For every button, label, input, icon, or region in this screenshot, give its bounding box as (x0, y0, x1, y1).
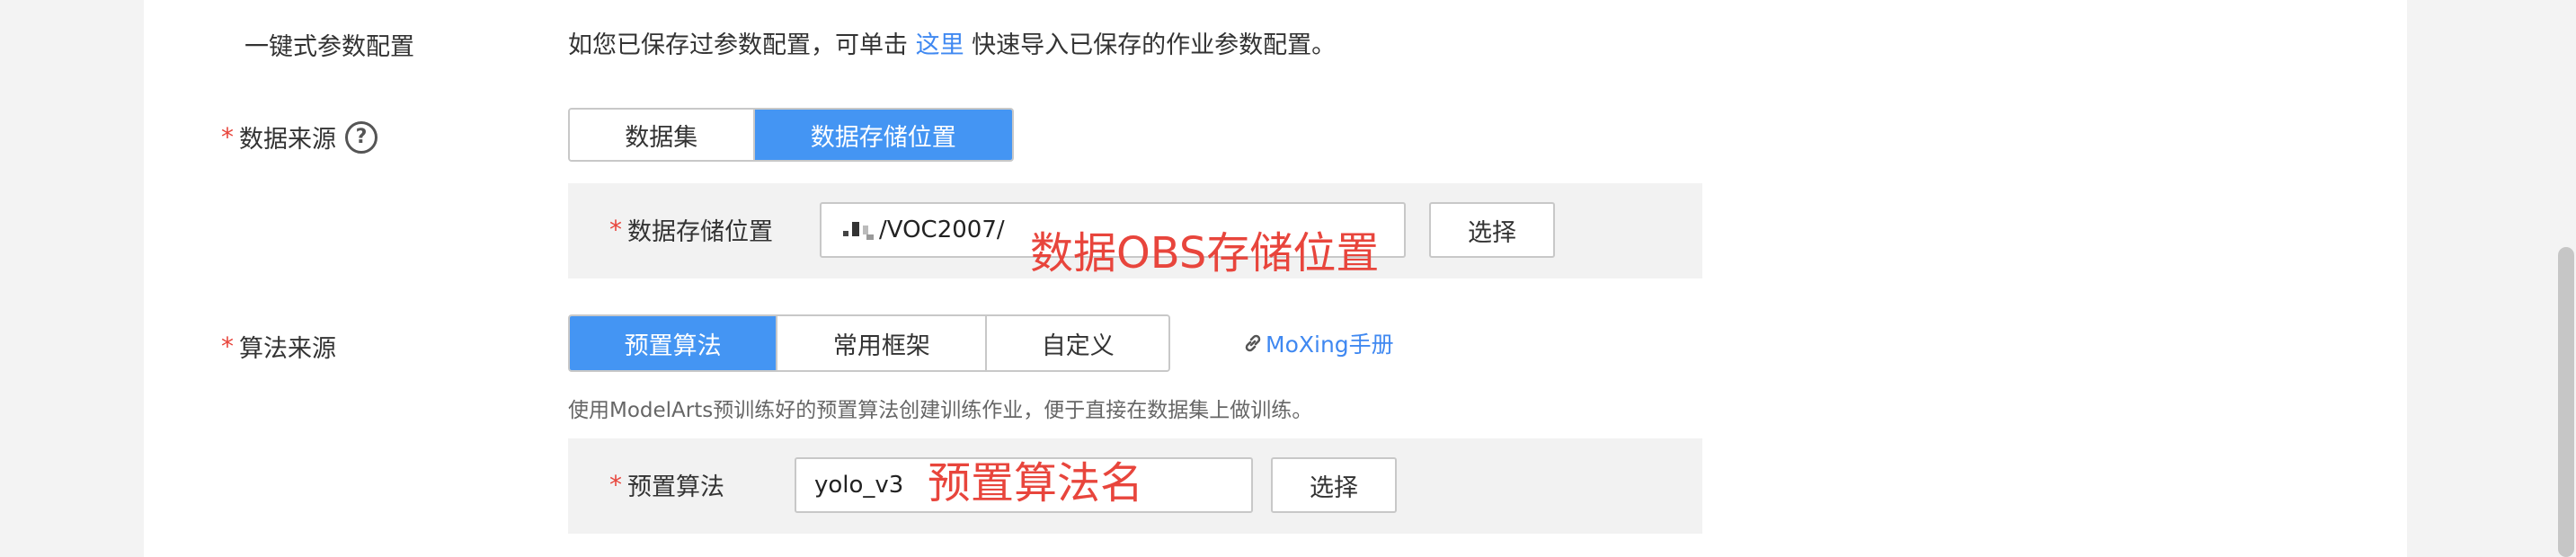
preset-label-group: * 预置算法 (609, 467, 724, 502)
one-click-desc-after: 快速导入已保存的作业参数配置。 (964, 31, 1337, 59)
algorithm-source-label: 算法来源 (239, 335, 336, 363)
preset-algorithm-value: yolo_v3 (814, 472, 904, 499)
required-mark: * (221, 122, 234, 152)
data-source-label-group: * 数据来源 ? (221, 119, 378, 155)
data-source-option-storage[interactable]: 数据存储位置 (754, 110, 1012, 160)
moxing-manual-text: MoXing手册 (1266, 332, 1394, 358)
preset-algorithm-box: * 预置算法 yolo_v3 选择 预置算法名 (568, 438, 1702, 534)
import-config-link[interactable]: 这里 (916, 31, 964, 59)
required-mark: * (609, 215, 622, 244)
required-mark: * (221, 332, 234, 361)
algorithm-hint: 使用ModelArts预训练好的预置算法创建训练作业，便于直接在数据集上做训练。 (568, 399, 1313, 422)
form-panel: 一键式参数配置 如您已保存过参数配置，可单击 这里 快速导入已保存的作业参数配置… (144, 0, 2407, 557)
moxing-manual-link[interactable]: MoXing手册 (1242, 327, 1394, 359)
storage-label-group: * 数据存储位置 (609, 212, 773, 247)
required-mark: * (609, 470, 622, 500)
storage-location-value: /VOC2007/ (879, 217, 1005, 243)
algorithm-source-label-group: * 算法来源 (221, 329, 336, 364)
algorithm-option-custom[interactable]: 自定义 (987, 316, 1168, 370)
data-source-option-dataset[interactable]: 数据集 (570, 110, 755, 160)
storage-location-box: * 数据存储位置 /VOC2007/ 选择 数据OBS存储位置 (568, 183, 1702, 278)
scrollbar-track[interactable] (2556, 0, 2576, 557)
algorithm-option-preset[interactable]: 预置算法 (570, 316, 778, 370)
storage-select-button[interactable]: 选择 (1429, 202, 1555, 258)
link-icon (1245, 334, 1261, 352)
scrollbar-thumb[interactable] (2558, 247, 2574, 557)
one-click-desc-before: 如您已保存过参数配置，可单击 (568, 31, 916, 59)
storage-annotation: 数据OBS存储位置 (1030, 228, 1380, 278)
data-source-label: 数据来源 (239, 126, 336, 154)
preset-algorithm-label: 预置算法 (627, 473, 724, 501)
algorithm-source-segmented: 预置算法 常用框架 自定义 (568, 314, 1170, 372)
algorithm-option-framework[interactable]: 常用框架 (777, 316, 988, 370)
preset-annotation: 预置算法名 (928, 458, 1144, 508)
data-source-segmented: 数据集 数据存储位置 (568, 108, 1014, 162)
redacted-prefix (839, 218, 877, 242)
help-icon[interactable]: ? (345, 120, 378, 154)
one-click-config-label: 一键式参数配置 (244, 33, 414, 61)
preset-select-button[interactable]: 选择 (1271, 457, 1397, 513)
one-click-config-desc: 如您已保存过参数配置，可单击 这里 快速导入已保存的作业参数配置。 (568, 25, 1336, 60)
storage-location-label: 数据存储位置 (627, 218, 773, 246)
